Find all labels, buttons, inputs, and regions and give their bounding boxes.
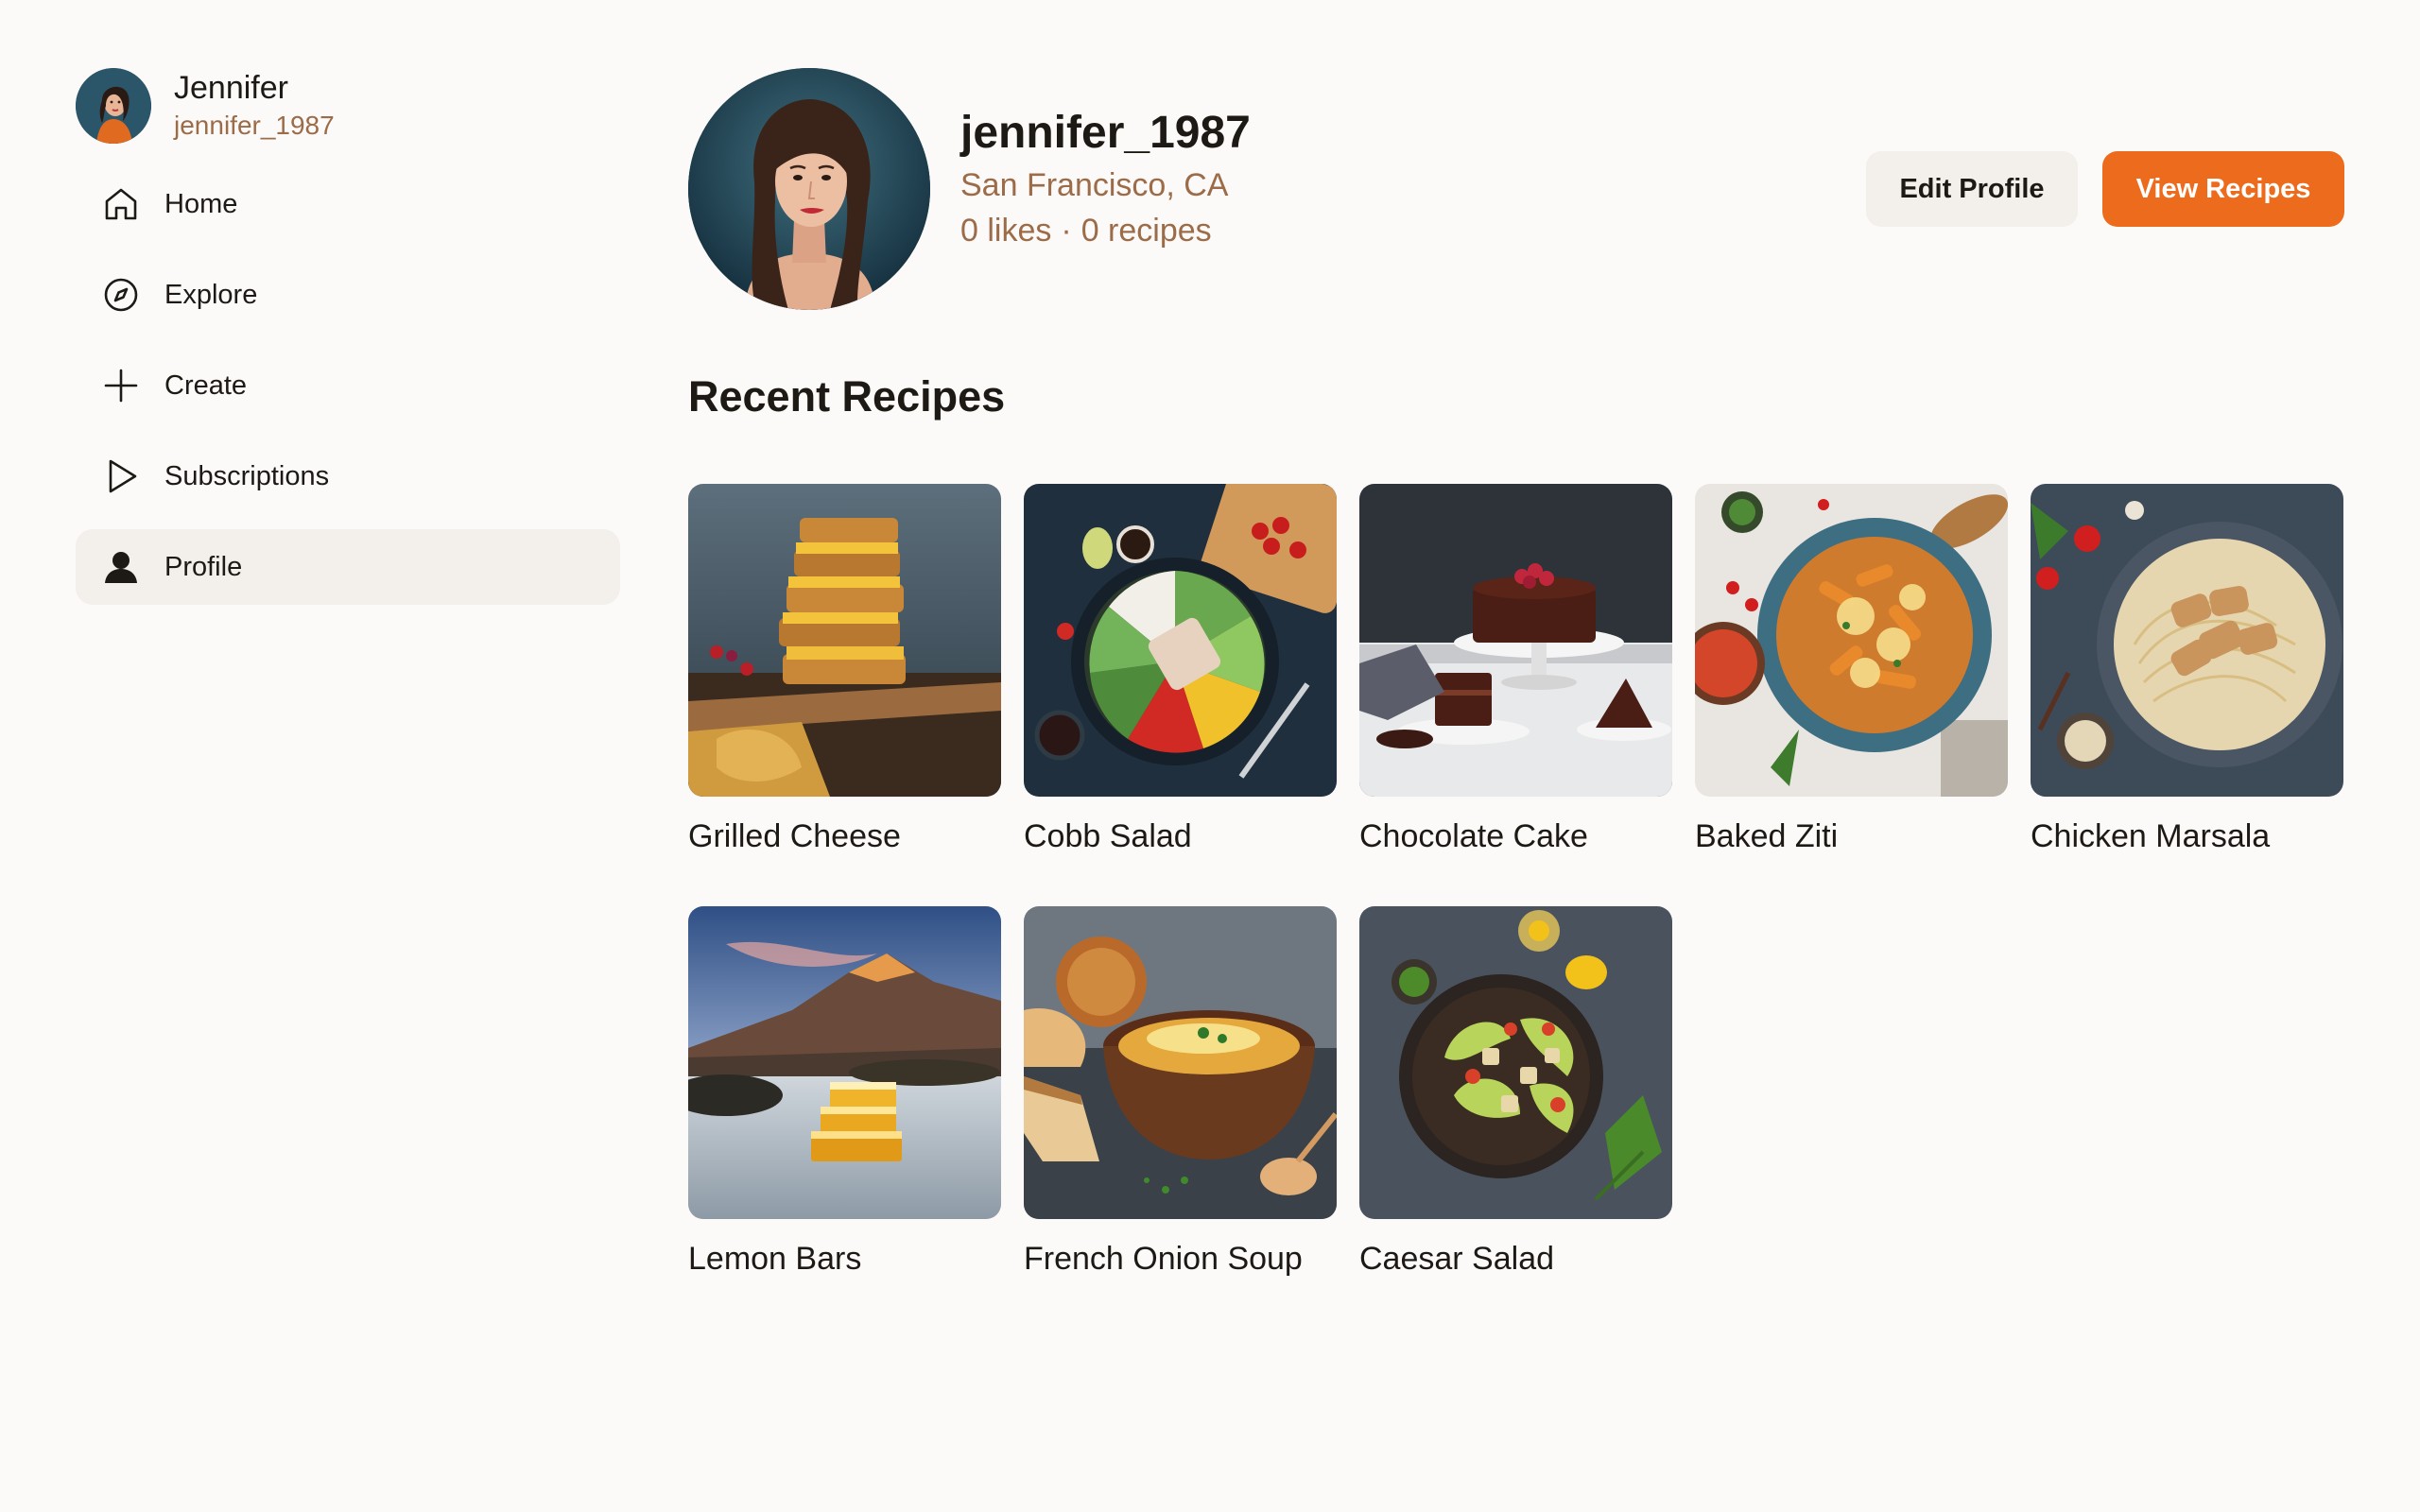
- profile-avatar: [688, 68, 930, 310]
- sidebar-item-home[interactable]: Home: [76, 166, 620, 242]
- profile-info: jennifer_1987 San Francisco, CA 0 likes ·…: [960, 106, 1251, 251]
- profile-actions: Edit Profile View Recipes: [1866, 151, 2344, 227]
- sidebar-item-label: Subscriptions: [164, 460, 330, 491]
- chicken-marsala-photo[interactable]: [2031, 484, 2343, 797]
- recipe-card[interactable]: Chocolate Cake: [1359, 484, 1672, 857]
- recipes-count: 0 recipes: [1080, 213, 1212, 249]
- chocolate-cake-photo[interactable]: [1359, 484, 1672, 797]
- recipe-card[interactable]: Grilled Cheese: [688, 484, 1001, 857]
- sidebar-item-label: Home: [164, 188, 238, 219]
- recipe-card[interactable]: Lemon Bars: [688, 906, 1001, 1280]
- french-onion-soup-photo[interactable]: [1024, 906, 1337, 1219]
- recipe-grid: Grilled Cheese Cobb Salad Chocolate Cake…: [688, 484, 2344, 1280]
- edit-profile-button[interactable]: Edit Profile: [1866, 151, 2078, 227]
- profile-location: San Francisco, CA: [960, 167, 1229, 203]
- recipe-title: French Onion Soup: [1024, 1241, 1303, 1277]
- recipe-title: Chocolate Cake: [1359, 818, 1588, 854]
- likes-count: 0 likes: [960, 213, 1052, 249]
- recipe-card[interactable]: Chicken Marsala: [2031, 484, 2343, 857]
- play-icon: [100, 455, 142, 497]
- caesar-salad-photo[interactable]: [1359, 906, 1672, 1219]
- view-recipes-button[interactable]: View Recipes: [2102, 151, 2344, 227]
- cobb-salad-photo[interactable]: [1024, 484, 1337, 797]
- recipe-title: Lemon Bars: [688, 1241, 862, 1277]
- recipe-title: Caesar Salad: [1359, 1241, 1555, 1277]
- sidebar-item-explore[interactable]: Explore: [76, 257, 620, 333]
- recipe-title: Baked Ziti: [1695, 818, 1839, 854]
- recipe-card[interactable]: Caesar Salad: [1359, 906, 1672, 1280]
- home-icon: [100, 183, 142, 225]
- plus-icon: [100, 365, 142, 406]
- profile-stats: 0 likes · 0 recipes: [960, 210, 1251, 251]
- recipe-card[interactable]: French Onion Soup: [1024, 906, 1337, 1280]
- sidebar-item-create[interactable]: Create: [76, 348, 620, 423]
- user-display-name: Jennifer: [174, 70, 288, 106]
- recipe-title: Grilled Cheese: [688, 818, 901, 854]
- user-handle: jennifer_1987: [174, 111, 335, 140]
- sidebar-item-label: Explore: [164, 279, 258, 310]
- stats-separator: ·: [1061, 213, 1072, 249]
- sidebar-item-label: Profile: [164, 551, 243, 582]
- sidebar-item-subscriptions[interactable]: Subscriptions: [76, 438, 620, 514]
- recipe-card[interactable]: Cobb Salad: [1024, 484, 1337, 857]
- profile-username: jennifer_1987: [960, 108, 1251, 158]
- compass-icon: [100, 274, 142, 316]
- profile-header: jennifer_1987 San Francisco, CA 0 likes ·…: [688, 68, 2344, 310]
- sidebar-item-label: Create: [164, 369, 248, 401]
- avatar[interactable]: [76, 68, 151, 144]
- lemon-bars-photo[interactable]: [688, 906, 1001, 1219]
- baked-ziti-photo[interactable]: [1695, 484, 2008, 797]
- sidebar-item-profile[interactable]: Profile: [76, 529, 620, 605]
- recipe-title: Cobb Salad: [1024, 818, 1192, 854]
- grilled-cheese-photo[interactable]: [688, 484, 1001, 797]
- recipe-title: Chicken Marsala: [2031, 818, 2271, 854]
- sidebar: Jennifer jennifer_1987 Home Explore Crea…: [76, 66, 620, 620]
- section-title: Recent Recipes: [688, 372, 1006, 421]
- app: Jennifer jennifer_1987 Home Explore Crea…: [0, 0, 2420, 1512]
- sidebar-user[interactable]: Jennifer jennifer_1987: [76, 66, 620, 146]
- recipe-card[interactable]: Baked Ziti: [1695, 484, 2008, 857]
- person-icon: [100, 546, 142, 588]
- sidebar-nav: Home Explore Create Subscriptions Profil…: [76, 166, 620, 605]
